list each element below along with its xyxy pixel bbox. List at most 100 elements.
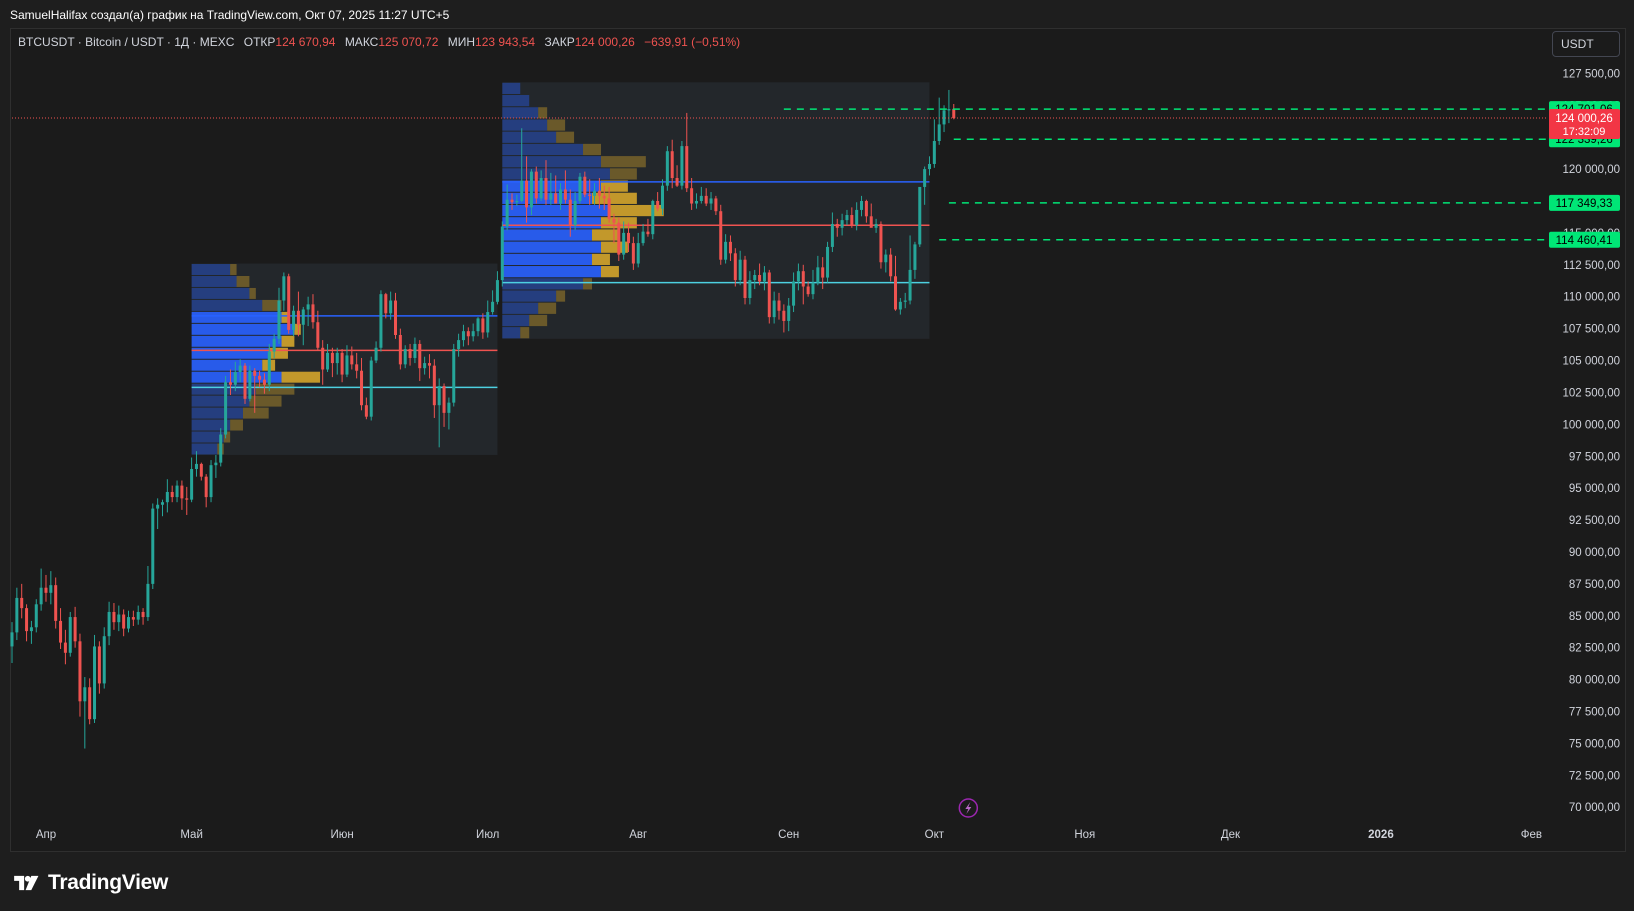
candle-body[interactable] — [272, 338, 276, 352]
candle-body[interactable] — [927, 163, 931, 170]
candle-body[interactable] — [267, 351, 271, 385]
candle-body[interactable] — [393, 300, 398, 335]
candle-body[interactable] — [73, 617, 77, 642]
candle-body[interactable] — [894, 276, 898, 310]
candle-body[interactable] — [102, 636, 106, 684]
candle-body[interactable] — [122, 614, 126, 629]
candle-body[interactable] — [869, 216, 873, 228]
candle-body[interactable] — [923, 169, 927, 187]
candle-body[interactable] — [350, 355, 354, 365]
candle-body[interactable] — [728, 241, 732, 254]
candle-body[interactable] — [529, 171, 533, 208]
candle-body[interactable] — [617, 222, 621, 255]
candle-body[interactable] — [952, 109, 956, 119]
candle-body[interactable] — [539, 178, 543, 199]
candle-body[interactable] — [840, 220, 844, 228]
candle-body[interactable] — [321, 347, 325, 370]
candle-body[interactable] — [811, 282, 815, 295]
candle-body[interactable] — [335, 352, 339, 364]
candle-body[interactable] — [947, 109, 951, 111]
candle-body[interactable] — [515, 200, 519, 203]
candle-body[interactable] — [107, 611, 111, 637]
candle-body[interactable] — [238, 365, 242, 373]
candle-body[interactable] — [287, 276, 291, 330]
candle-body[interactable] — [427, 363, 431, 366]
candle-body[interactable] — [913, 244, 917, 270]
candle-body[interactable] — [423, 363, 427, 369]
candle-body[interactable] — [78, 641, 82, 702]
candle-body[interactable] — [326, 352, 330, 370]
candle-body[interactable] — [699, 195, 703, 201]
candle-body[interactable] — [932, 141, 936, 164]
candle-body[interactable] — [194, 463, 198, 470]
candle-body[interactable] — [398, 335, 402, 365]
candle-body[interactable] — [360, 370, 364, 406]
candle-body[interactable] — [10, 632, 14, 647]
candle-body[interactable] — [63, 642, 67, 653]
candle-body[interactable] — [651, 200, 655, 235]
candle-body[interactable] — [588, 194, 592, 196]
candle-body[interactable] — [568, 199, 572, 226]
candle-body[interactable] — [452, 349, 456, 403]
candle-body[interactable] — [296, 310, 300, 325]
candle-body[interactable] — [413, 343, 417, 358]
candle-body[interactable] — [146, 583, 150, 618]
candle-body[interactable] — [583, 176, 587, 195]
candle-body[interactable] — [889, 254, 893, 277]
candle-body[interactable] — [549, 193, 553, 200]
candle-body[interactable] — [355, 364, 359, 371]
footer-brand[interactable]: TradingView — [12, 868, 168, 898]
candle-body[interactable] — [340, 352, 344, 375]
candle-body[interactable] — [209, 465, 213, 498]
candle-body[interactable] — [97, 646, 101, 684]
candle-body[interactable] — [821, 267, 825, 278]
candle-body[interactable] — [646, 231, 650, 235]
candle-body[interactable] — [88, 687, 92, 720]
candle-body[interactable] — [758, 275, 762, 282]
candle-body[interactable] — [141, 611, 145, 618]
candle-body[interactable] — [199, 463, 203, 477]
candle-body[interactable] — [165, 491, 169, 503]
candle-body[interactable] — [724, 241, 728, 260]
candle-body[interactable] — [15, 597, 19, 633]
candle-body[interactable] — [937, 124, 941, 141]
candle-body[interactable] — [301, 309, 305, 325]
symbol-title[interactable]: BTCUSDT · Bitcoin / USDT · 1Д · MEXC — [18, 35, 234, 49]
candle-body[interactable] — [762, 272, 766, 282]
candle-body[interactable] — [156, 504, 160, 509]
candle-body[interactable] — [447, 402, 451, 413]
candle-body[interactable] — [593, 190, 597, 196]
candle-body[interactable] — [131, 617, 135, 620]
candle-body[interactable] — [292, 310, 296, 330]
candle-body[interactable] — [282, 276, 286, 301]
candle-body[interactable] — [306, 304, 310, 310]
candle-body[interactable] — [602, 195, 606, 199]
candle-body[interactable] — [743, 259, 747, 298]
candle-body[interactable] — [559, 189, 563, 204]
candle-body[interactable] — [670, 151, 674, 179]
candle-body[interactable] — [364, 405, 368, 417]
candle-body[interactable] — [151, 508, 155, 584]
candle-body[interactable] — [25, 608, 29, 632]
candle-body[interactable] — [471, 331, 475, 337]
candle-body[interactable] — [622, 232, 626, 255]
candle-body[interactable] — [738, 259, 742, 281]
candle-body[interactable] — [175, 485, 179, 498]
candle-body[interactable] — [733, 253, 737, 281]
candle-body[interactable] — [384, 294, 388, 314]
candle-body[interactable] — [675, 178, 679, 186]
candle-body[interactable] — [903, 300, 907, 302]
candle-body[interactable] — [330, 352, 334, 364]
candle-body[interactable] — [826, 246, 830, 278]
candle-body[interactable] — [224, 382, 228, 435]
candle-body[interactable] — [253, 370, 257, 376]
candle-body[interactable] — [835, 223, 839, 228]
candle-body[interactable] — [792, 281, 796, 306]
candle-body[interactable] — [816, 267, 820, 283]
candle-body[interactable] — [631, 243, 635, 264]
candle-body[interactable] — [432, 365, 436, 406]
candle-body[interactable] — [54, 585, 58, 621]
candle-body[interactable] — [665, 151, 669, 186]
candle-body[interactable] — [850, 215, 854, 226]
candle-body[interactable] — [500, 226, 504, 281]
